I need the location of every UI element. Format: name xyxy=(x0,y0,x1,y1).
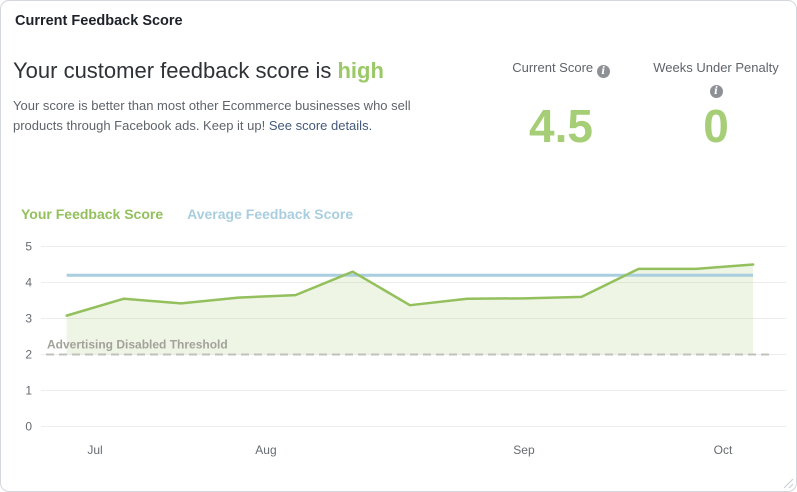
weeks-under-penalty-info-row: i xyxy=(653,79,779,98)
x-tick-label: Oct xyxy=(714,443,733,457)
card-title: Current Feedback Score xyxy=(15,13,183,29)
score-description: Your score is better than most other Eco… xyxy=(13,96,461,135)
headline-highlight: high xyxy=(337,58,383,83)
weeks-under-penalty-stat: Weeks Under Penalty i 0 xyxy=(653,59,779,98)
y-tick-label: 1 xyxy=(25,384,32,398)
x-tick-label: Aug xyxy=(255,443,276,457)
y-tick-label: 0 xyxy=(25,420,32,434)
feedback-score-card: Current Feedback Score Your customer fee… xyxy=(0,0,797,492)
legend-item-your-score[interactable]: Your Feedback Score xyxy=(21,206,163,222)
resize-grip[interactable] xyxy=(782,477,794,489)
current-score-stat: Current Score i 4.5 xyxy=(499,59,623,78)
x-tick-label: Jul xyxy=(87,443,102,457)
threshold-label: Advertising Disabled Threshold xyxy=(47,338,228,352)
weeks-under-penalty-label: Weeks Under Penalty xyxy=(653,59,779,76)
y-tick-label: 5 xyxy=(25,240,32,254)
feedback-chart-svg[interactable]: 0 1 2 3 4 5 Advertising Disabled Threshold Jul A… xyxy=(1,236,797,491)
legend: Your Feedback Score Average Feedback Sco… xyxy=(21,206,353,222)
current-score-value: 4.5 xyxy=(499,103,623,149)
x-tick-label: Sep xyxy=(513,443,535,457)
current-score-label: Current Score xyxy=(512,60,593,75)
info-icon[interactable]: i xyxy=(710,85,723,98)
y-tick-label: 4 xyxy=(25,276,32,290)
see-score-details-link[interactable]: See score details. xyxy=(269,118,372,133)
headline: Your customer feedback score is high xyxy=(13,58,384,84)
feedback-chart: 0 1 2 3 4 5 Advertising Disabled Threshold Jul A… xyxy=(1,236,797,491)
current-score-label-row: Current Score i xyxy=(499,59,623,78)
weeks-under-penalty-value: 0 xyxy=(653,103,779,149)
y-tick-label: 2 xyxy=(25,348,32,362)
headline-text: Your customer feedback score is xyxy=(13,58,337,83)
y-tick-label: 3 xyxy=(25,312,32,326)
legend-item-average-score[interactable]: Average Feedback Score xyxy=(187,206,353,222)
info-icon[interactable]: i xyxy=(597,65,610,78)
